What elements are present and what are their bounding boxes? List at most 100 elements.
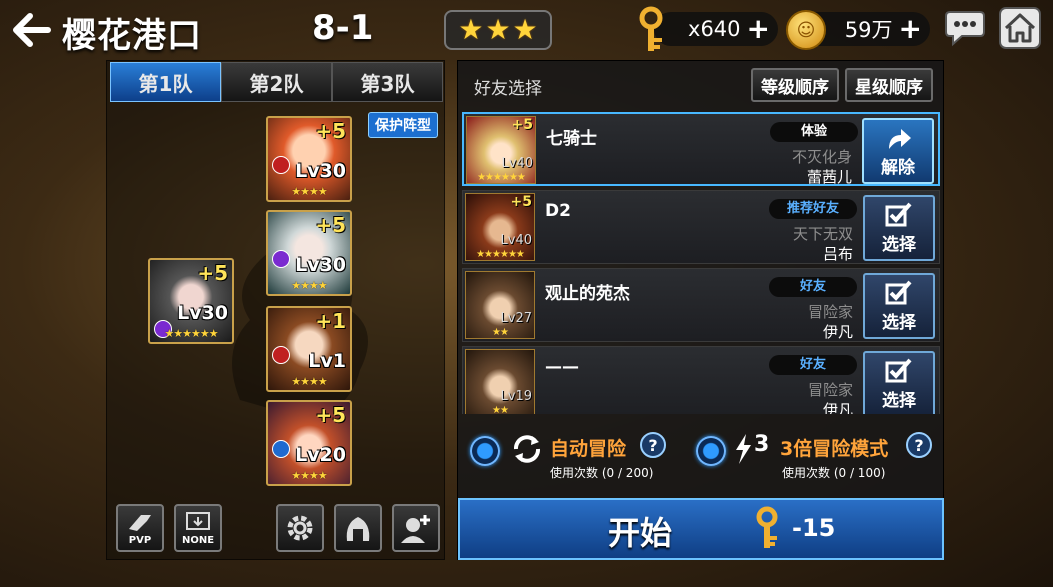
auto-adventure-help-button[interactable]: ? (640, 432, 666, 458)
select-button[interactable]: 选择 (863, 195, 935, 261)
gear-icon (287, 515, 313, 541)
tab-team-3[interactable]: 第3队 (332, 62, 443, 102)
select-label: 选择 (882, 391, 916, 411)
add-hero-icon (401, 515, 430, 543)
screen-icon (186, 511, 210, 530)
friend-name: 观止的苑杰 (545, 284, 630, 304)
hero-bonus: +5 (315, 119, 346, 143)
portrait-level: Lv40 (500, 233, 532, 248)
chat-icon (945, 11, 985, 47)
hero-bonus: +1 (315, 309, 346, 333)
portrait-stars: ★★★★★★ (477, 172, 526, 183)
triple-mode-label: 3倍冒险模式 (780, 438, 889, 460)
back-button[interactable] (12, 12, 52, 48)
checkbox-icon (885, 280, 912, 305)
add-gold-button[interactable]: + (899, 15, 922, 43)
hero-slot[interactable]: +1 Lv1 ★★★★ (266, 306, 352, 392)
friend-row[interactable]: Lv19 ★★ —— 好友 冒险家 伊凡 选择 (462, 346, 940, 414)
select-button[interactable]: 选择 (863, 351, 935, 414)
triple-mode-toggle[interactable] (696, 436, 726, 466)
sort-by-star-button[interactable]: 星级顺序 (845, 68, 933, 102)
hero-slot[interactable]: +5 Lv30 ★★★★ (266, 116, 352, 202)
key-icon (756, 506, 778, 548)
tab-team-2[interactable]: 第2队 (221, 62, 332, 102)
helmet-icon (346, 517, 370, 541)
friend-hero-name: 蕾茜儿 (806, 168, 852, 186)
auto-adventure-toggle[interactable] (470, 436, 500, 466)
hero-bonus: +5 (315, 213, 346, 237)
key-icon (634, 6, 668, 54)
friend-select-header: 好友选择 (474, 79, 542, 99)
hero-bonus: +5 (315, 403, 346, 427)
checkbox-icon (885, 202, 912, 227)
friend-name: D2 (545, 201, 571, 221)
start-button[interactable]: 开始 -15 (458, 498, 944, 560)
hero-level: Lv30 (295, 254, 346, 276)
release-label: 解除 (881, 158, 915, 178)
friend-portrait: Lv27 ★★ (465, 271, 535, 339)
friend-hero-title: 不灭化身 (791, 148, 852, 166)
stage-star-rating: ★ ★ ★ (444, 10, 552, 50)
friend-portrait: +5 Lv40 ★★★★★★ (466, 116, 536, 184)
warrior-class-icon (272, 346, 290, 364)
hero-slot[interactable]: +5 Lv30 ★★★★★★ (148, 258, 234, 344)
repeat-icon (514, 435, 540, 463)
triple-mode-help-button[interactable]: ? (906, 432, 932, 458)
star-icon: ★ (458, 13, 484, 46)
warrior-class-icon (272, 156, 290, 174)
formation-badge[interactable]: 保护阵型 (368, 112, 438, 138)
auto-adventure-label: 自动冒险 (550, 438, 627, 460)
lightning-icon (736, 434, 751, 464)
friend-name: 七骑士 (546, 129, 597, 149)
home-button[interactable] (998, 6, 1042, 50)
gold-coin-icon: ☺ (786, 10, 826, 50)
back-arrow-icon (13, 13, 51, 47)
portrait-bonus: +5 (511, 117, 533, 133)
hero-slot[interactable]: +5 Lv30 ★★★★ (266, 210, 352, 296)
start-key-cost: -15 (792, 514, 836, 542)
release-button[interactable]: 解除 (862, 118, 934, 184)
checkbox-icon (885, 358, 912, 383)
hero-slot[interactable]: +5 Lv20 ★★★★ (266, 400, 352, 486)
auto-adventure-usage: 使用次数 (0 / 200) (550, 466, 654, 480)
select-button[interactable]: 选择 (863, 273, 935, 339)
add-hero-button[interactable] (392, 504, 440, 552)
hero-level: Lv30 (177, 302, 228, 324)
friend-tag: 好友 (769, 355, 857, 375)
settings-button[interactable] (276, 504, 324, 552)
star-icon: ★ (485, 13, 511, 46)
start-label: 开始 (608, 514, 673, 552)
hero-level: Lv20 (295, 444, 346, 466)
key-counter: x640 + (654, 12, 778, 46)
add-keys-button[interactable]: + (747, 15, 770, 43)
portrait-level: Lv40 (501, 156, 533, 171)
sort-by-level-button[interactable]: 等级顺序 (751, 68, 839, 102)
mage-class-icon (272, 250, 290, 268)
friend-name: —— (545, 357, 579, 377)
release-arrow-icon (889, 129, 911, 149)
friend-portrait: +5 Lv40 ★★★★★★ (465, 193, 535, 261)
friend-list: +5 Lv40 ★★★★★★ 七骑士 体验 不灭化身 蕾茜儿 解除 +5 Lv4… (462, 108, 940, 414)
friend-hero-title: 冒险家 (807, 303, 853, 321)
friend-hero-name: 伊凡 (822, 401, 853, 414)
auto-formation-button[interactable] (334, 504, 382, 552)
chat-button[interactable] (944, 8, 986, 48)
support-class-icon (272, 440, 290, 458)
select-label: 选择 (882, 235, 916, 255)
hero-stars: ★★★★★★ (164, 327, 218, 340)
tab-team-1[interactable]: 第1队 (110, 62, 221, 102)
pvp-icon (129, 514, 151, 531)
pvp-label: PVP (128, 534, 152, 546)
star-icon: ★ (512, 13, 538, 46)
hero-stars: ★★★★ (291, 375, 327, 388)
none-label: NONE (181, 534, 215, 546)
friend-row[interactable]: +5 Lv40 ★★★★★★ D2 推荐好友 天下无双 吕布 选择 (462, 190, 940, 264)
friend-row[interactable]: +5 Lv40 ★★★★★★ 七骑士 体验 不灭化身 蕾茜儿 解除 (462, 112, 940, 186)
pvp-button[interactable]: PVP (116, 504, 164, 552)
portrait-level: Lv19 (500, 389, 532, 404)
none-button[interactable]: NONE (174, 504, 222, 552)
select-label: 选择 (882, 313, 916, 333)
friend-row[interactable]: Lv27 ★★ 观止的苑杰 好友 冒险家 伊凡 选择 (462, 268, 940, 342)
portrait-stars: ★★ (492, 327, 509, 338)
friend-tag: 好友 (769, 277, 857, 297)
